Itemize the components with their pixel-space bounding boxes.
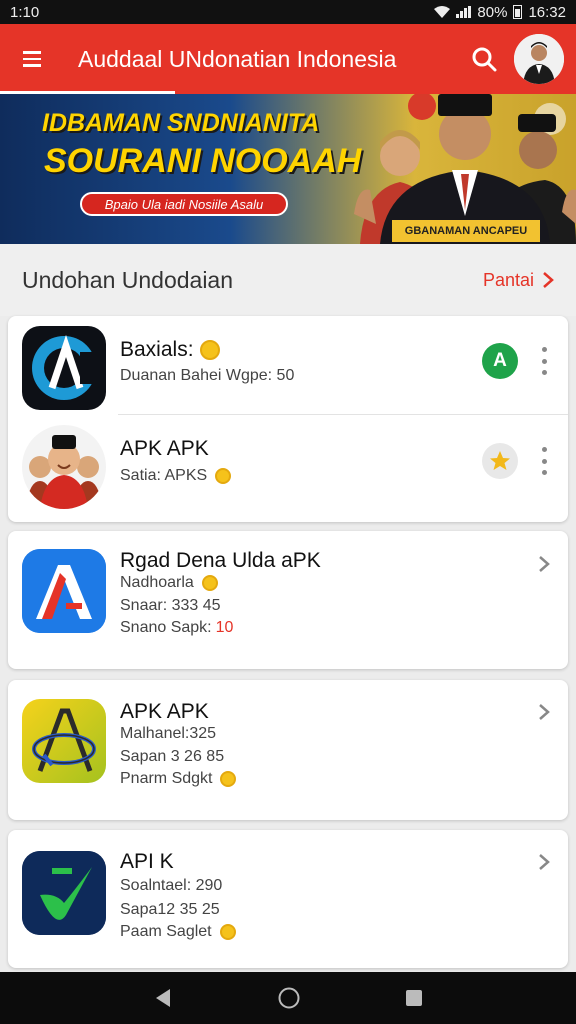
menu-button[interactable] <box>0 24 64 94</box>
item-line-2: Snaar: 333 45 <box>120 597 221 614</box>
search-button[interactable] <box>460 24 508 94</box>
app-bar: Auddaal UNdonatian Indonesia <box>0 24 576 94</box>
cartoon-people-icon <box>22 425 106 509</box>
banner-tag: GBANAMAN ANCAPEU <box>392 220 540 242</box>
overflow-menu-icon[interactable] <box>534 347 554 375</box>
yellow-a-logo-icon <box>22 699 106 783</box>
chevron-right-icon <box>539 704 550 720</box>
see-all-label: Pantai <box>482 269 534 290</box>
app-list-card: Baxials: Duanan Bahei Wgpe: 50 A APK APK… <box>8 316 568 522</box>
app-title: Auddaal UNdonatian Indonesia <box>78 45 397 72</box>
search-icon <box>472 47 497 72</box>
coin-icon <box>201 575 218 591</box>
home-icon[interactable] <box>277 986 301 1010</box>
stylized-a-icon <box>22 326 106 410</box>
back-icon[interactable] <box>152 987 174 1009</box>
app-card[interactable]: APK APK Malhanel:325 Sapan 3 26 85 Pnarm… <box>8 680 568 820</box>
star-badge-icon[interactable] <box>482 443 518 479</box>
a-badge-icon[interactable]: A <box>482 343 518 379</box>
status-time: 1:10 <box>10 3 40 21</box>
banner-headline-2: SOURANI NOOAAH <box>44 142 362 180</box>
item-title: Baxials: <box>120 338 220 362</box>
item-line-3: Snano Sapk: 10 <box>120 619 234 636</box>
battery-percent: 80% <box>477 3 508 21</box>
chevron-right-icon <box>539 556 550 572</box>
chevron-right-icon <box>543 272 554 288</box>
red-a-logo-icon <box>22 549 106 633</box>
list-item[interactable]: APK APK Satia: APKS <box>8 415 568 522</box>
see-all-link[interactable]: Pantai <box>483 270 554 291</box>
item-line-3: Pnarm Sdgkt <box>120 770 237 788</box>
item-line-3-value: 10 <box>215 619 234 636</box>
system-nav-bar <box>0 972 576 1024</box>
wifi-icon <box>434 6 451 18</box>
hamburger-icon <box>23 51 41 54</box>
item-line-2: Sapan 3 26 85 <box>120 748 225 765</box>
chevron-right-icon <box>539 854 550 870</box>
battery-icon <box>513 5 523 19</box>
avatar-portrait-icon <box>514 34 564 84</box>
item-line-1: Soalntael: 290 <box>120 877 223 894</box>
section-title: Undohan Undodaian <box>22 266 234 293</box>
status-icons: 80% 16:32 <box>434 4 566 21</box>
item-title: APK APK <box>120 437 209 460</box>
recents-icon[interactable] <box>404 988 424 1008</box>
item-line-1: Nadhoarla <box>120 574 218 592</box>
banner-headline-1: IDBAMAN SNDNIANITA <box>42 109 320 137</box>
section-header: Undohan Undodaian Pantai <box>0 244 576 316</box>
app-card[interactable]: Rgad Dena Ulda aPK Nadhoarla Snaar: 333 … <box>8 531 568 669</box>
overflow-menu-icon[interactable] <box>534 447 554 475</box>
coin-icon <box>220 771 237 787</box>
promo-banner[interactable]: IDBAMAN SNDNIANITA SOURANI NOOAAH Bpaio … <box>0 94 576 244</box>
item-line-2: Sapa12 35 25 <box>120 901 220 918</box>
item-line-1: Malhanel:325 <box>120 725 217 742</box>
item-title: API K <box>120 850 174 873</box>
coin-icon <box>215 468 232 484</box>
coin-icon <box>219 924 236 940</box>
item-subtitle: Duanan Bahei Wgpe: 50 <box>120 367 295 384</box>
profile-avatar[interactable] <box>514 34 564 84</box>
item-title: Rgad Dena Ulda aPK <box>120 549 321 572</box>
banner-cta-pill[interactable]: Bpaio Ula iadi Nosiile Asalu <box>80 192 288 216</box>
item-title: APK APK <box>120 700 209 723</box>
coin-icon <box>199 340 220 360</box>
signal-icon <box>456 6 472 18</box>
status-clock: 16:32 <box>528 3 566 21</box>
green-check-logo-icon <box>22 851 106 935</box>
item-subtitle: Satia: APKS <box>120 467 232 485</box>
app-card[interactable]: API K Soalntael: 290 Sapa12 35 25 Paam S… <box>8 830 568 968</box>
item-line-3: Paam Saglet <box>120 923 236 941</box>
status-bar: 1:10 80% 16:32 <box>0 0 576 24</box>
list-item[interactable]: Baxials: Duanan Bahei Wgpe: 50 A <box>8 316 568 414</box>
